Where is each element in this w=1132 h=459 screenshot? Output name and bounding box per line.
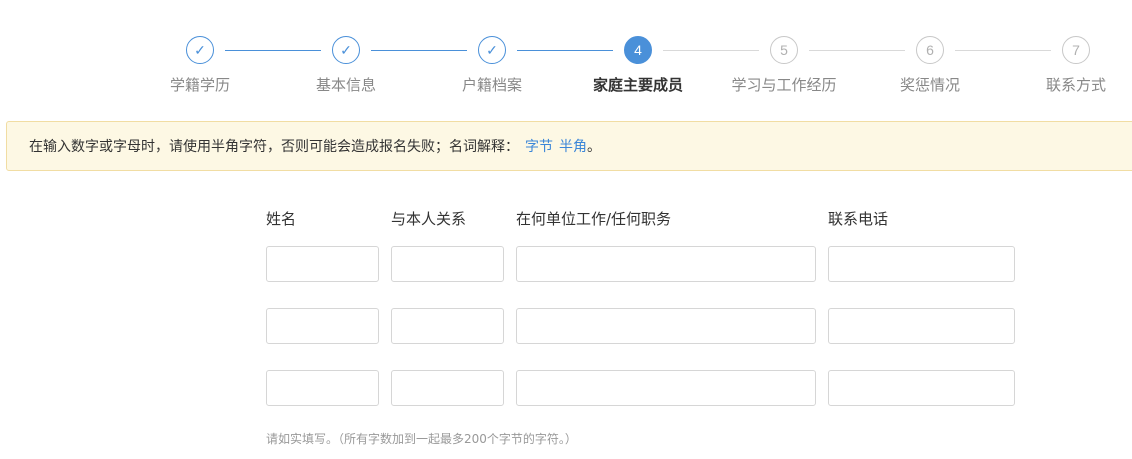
step-label: 联系方式 [1045,76,1106,94]
notice-text: 在输入数字或字母时，请使用半角字符，否则可能会造成报名失败；名词解释： [29,139,519,155]
header-workplace: 在何单位工作/任何职务 [516,210,672,228]
step-xuexi-gongzuo[interactable]: 5 学习与工作经历 [731,36,837,96]
check-icon: ✓ [186,36,214,64]
header-phone: 联系电话 [828,210,889,228]
step-number: 7 [1062,36,1090,64]
step-number: 4 [624,36,652,64]
header-name: 姓名 [266,210,297,228]
member-name-input[interactable] [266,370,379,406]
member-relation-input[interactable] [391,308,504,344]
member-phone-input[interactable] [828,370,1015,406]
member-workplace-input[interactable] [516,370,816,406]
step-lianxi-fangshi[interactable]: 7 联系方式 [1026,36,1126,96]
check-icon: ✓ [478,36,506,64]
step-label: 基本信息 [315,76,376,94]
step-number: 6 [916,36,944,64]
step-number: 5 [770,36,798,64]
step-label: 学籍学历 [169,76,230,94]
notice-banner: 在输入数字或字母时，请使用半角字符，否则可能会造成报名失败；名词解释： 字节 半… [6,121,1132,171]
step-label: 家庭主要成员 [592,76,683,94]
member-workplace-input[interactable] [516,308,816,344]
step-progress: ✓ 学籍学历 ✓ 基本信息 ✓ 户籍档案 4 家庭主要成员 5 学习与工作经历 … [0,0,1132,110]
step-huji-dangan[interactable]: ✓ 户籍档案 [442,36,542,96]
form-hint: 请如实填写。（所有字数加到一起最多200个字节的字符。） [266,432,577,446]
step-jiangcheng[interactable]: 6 奖惩情况 [880,36,980,96]
member-phone-input[interactable] [828,308,1015,344]
step-xueji-xueli[interactable]: ✓ 学籍学历 [150,36,250,96]
member-phone-input[interactable] [828,246,1015,282]
member-relation-input[interactable] [391,246,504,282]
member-relation-input[interactable] [391,370,504,406]
notice-suffix: 。 [587,139,601,155]
step-label: 户籍档案 [461,76,522,94]
check-icon: ✓ [332,36,360,64]
member-name-input[interactable] [266,308,379,344]
header-relation: 与本人关系 [391,210,467,228]
member-name-input[interactable] [266,246,379,282]
link-zijie[interactable]: 字节 [525,136,553,156]
step-jiben-xinxi[interactable]: ✓ 基本信息 [296,36,396,96]
step-label: 奖惩情况 [899,76,960,94]
step-label: 学习与工作经历 [731,76,837,94]
step-jiating-chengyuan[interactable]: 4 家庭主要成员 [588,36,688,96]
member-workplace-input[interactable] [516,246,816,282]
link-banjiao[interactable]: 半角 [559,136,587,156]
